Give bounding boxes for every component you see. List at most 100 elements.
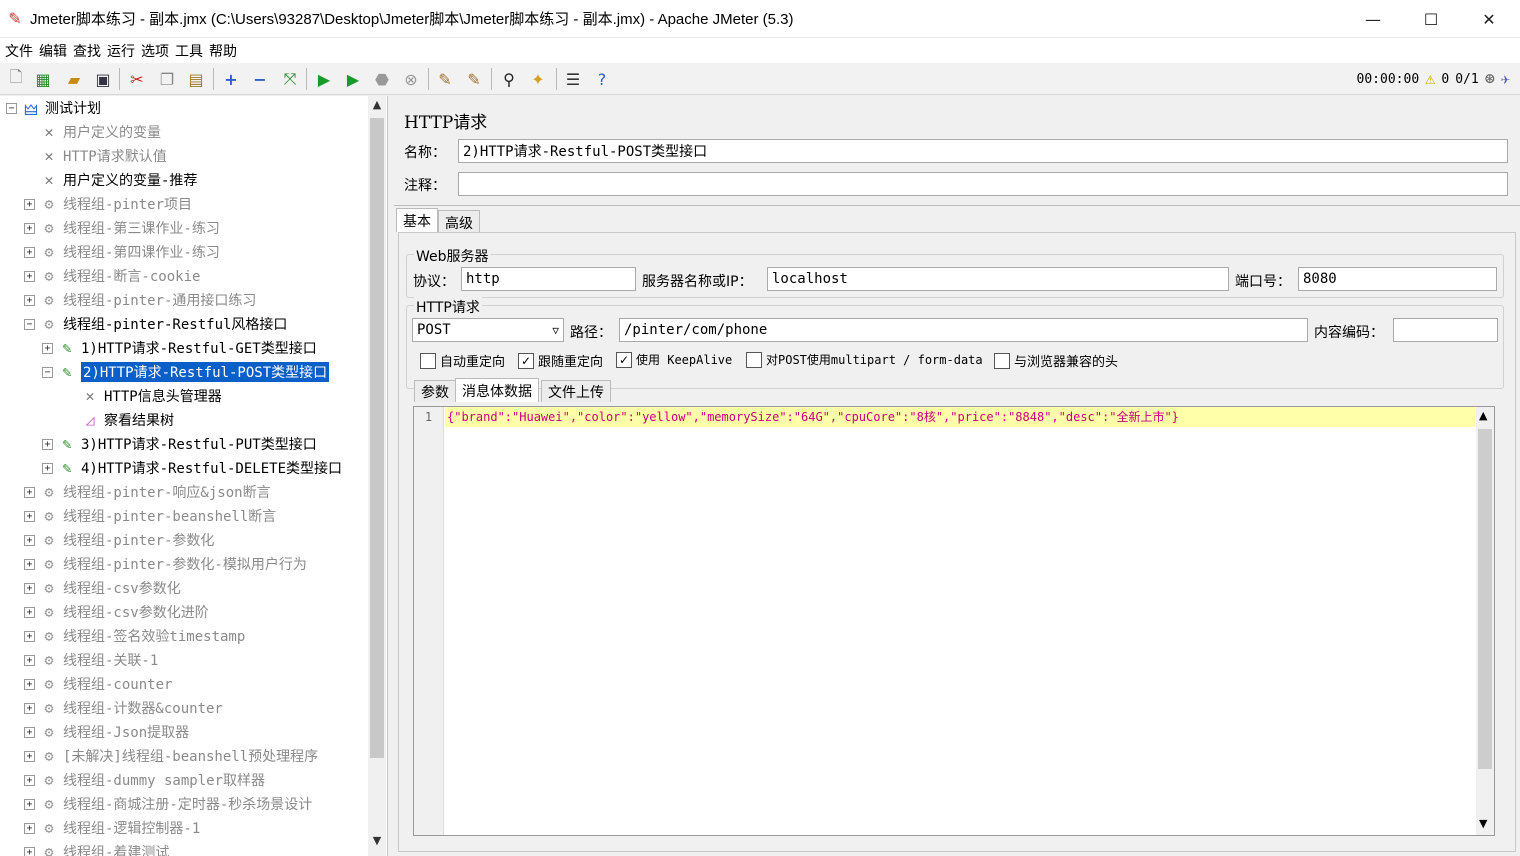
tree-item[interactable]: ✕ HTTP请求默认值 xyxy=(24,144,166,168)
tree-scrollbar[interactable]: ▲ ▼ xyxy=(368,96,386,856)
splitter[interactable] xyxy=(394,200,1520,206)
tree-item[interactable]: − ✎ 2)HTTP请求-Restful-POST类型接口 xyxy=(42,360,331,384)
tree-item[interactable]: + ⚙ 线程组-第三课作业-练习 xyxy=(24,216,220,240)
tree-item[interactable]: + ✎ 4)HTTP请求-Restful-DELETE类型接口 xyxy=(42,456,342,480)
tree-scroll-thumb[interactable] xyxy=(370,118,384,758)
expand-icon[interactable]: + xyxy=(24,246,35,258)
method-select[interactable]: POST ▽ xyxy=(412,318,564,342)
start-icon[interactable]: ▶ xyxy=(313,68,335,90)
expand-icon[interactable]: + xyxy=(24,222,35,234)
auto-redirect-checkbox[interactable]: 自动重定向 xyxy=(420,351,505,370)
menu-edit[interactable]: 编辑 xyxy=(39,41,67,61)
name-field[interactable]: 2)HTTP请求-Restful-POST类型接口 xyxy=(458,139,1508,163)
expand-icon[interactable]: + xyxy=(24,606,35,618)
tab-advanced[interactable]: 高级 xyxy=(438,210,480,234)
menu-run[interactable]: 运行 xyxy=(107,41,135,61)
cut-icon[interactable]: ✂ xyxy=(126,68,148,90)
tab-basic[interactable]: 基本 xyxy=(396,208,438,232)
expand-all-icon[interactable]: + xyxy=(220,68,242,90)
minimize-button[interactable]: — xyxy=(1344,0,1402,38)
body-data-editor[interactable]: 1 {"brand":"Huawei","color":"yellow","me… xyxy=(413,406,1495,836)
shutdown-icon[interactable]: ⊗ xyxy=(400,68,422,90)
test-plan-tree[interactable]: − 🜲 测试计划 ✕ 用户定义的变量 ✕ HTTP请求默认值 ✕ 用户定义的变量-推荐 + ⚙ 线程组… xyxy=(0,96,388,856)
expand-icon[interactable]: + xyxy=(42,462,53,474)
follow-redirect-checkbox[interactable]: ✓ 跟随重定向 xyxy=(518,351,603,370)
menu-file[interactable]: 文件 xyxy=(5,41,33,61)
tree-item[interactable]: + ⚙ 线程组-逻辑控制器-1 xyxy=(24,816,200,840)
encoding-field[interactable] xyxy=(1393,318,1498,342)
expand-icon[interactable]: + xyxy=(24,798,35,810)
clear-icon[interactable]: ✎ xyxy=(434,68,456,90)
maximize-button[interactable]: ☐ xyxy=(1402,0,1460,38)
menu-search[interactable]: 查找 xyxy=(73,41,101,61)
tree-item[interactable]: + ⚙ 线程组-断言-cookie xyxy=(24,264,200,288)
tree-item[interactable]: + ⚙ 线程组-pinter-beanshell断言 xyxy=(24,504,276,528)
collapse-icon[interactable]: − xyxy=(24,318,35,330)
paste-icon[interactable]: ▤ xyxy=(185,68,207,90)
tree-item[interactable]: + ⚙ 线程组-第四课作业-练习 xyxy=(24,240,220,264)
scroll-up-icon[interactable]: ▲ xyxy=(1479,409,1487,422)
expand-icon[interactable]: + xyxy=(24,270,35,282)
tree-item[interactable]: + ⚙ 线程组-签名效验timestamp xyxy=(24,624,245,648)
menu-options[interactable]: 选项 xyxy=(141,41,169,61)
tree-item[interactable]: + ⚙ 线程组-pinter-参数化 xyxy=(24,528,214,552)
reset-search-icon[interactable]: ✦ xyxy=(527,68,549,90)
open-icon[interactable]: ▰ xyxy=(63,68,85,90)
tab-parameters[interactable]: 参数 xyxy=(414,380,456,402)
tree-item[interactable]: + ⚙ 线程组-pinter-通用接口练习 xyxy=(24,288,256,312)
collapse-icon[interactable]: − xyxy=(6,102,17,114)
expand-icon[interactable]: + xyxy=(42,438,53,450)
help-icon[interactable]: ? xyxy=(591,68,613,90)
tree-item[interactable]: + ✎ 3)HTTP请求-Restful-PUT类型接口 xyxy=(42,432,317,456)
collapse-all-icon[interactable]: − xyxy=(249,68,271,90)
editor-scrollbar[interactable]: ▲ ▼ xyxy=(1476,407,1494,835)
expand-icon[interactable]: + xyxy=(24,678,35,690)
tree-item[interactable]: ◿ 察看结果树 xyxy=(80,408,174,432)
menu-tools[interactable]: 工具 xyxy=(175,41,203,61)
scroll-up-icon[interactable]: ▲ xyxy=(368,98,386,116)
clear-all-icon[interactable]: ✎ xyxy=(463,68,485,90)
tab-file-upload[interactable]: 文件上传 xyxy=(541,380,611,402)
close-button[interactable]: ✕ xyxy=(1460,0,1518,38)
keepalive-checkbox[interactable]: ✓ 使用 KeepAlive xyxy=(616,351,732,368)
copy-icon[interactable]: ❐ xyxy=(156,68,178,90)
tree-item[interactable]: + ⚙ 线程组-dummy sampler取样器 xyxy=(24,768,265,792)
port-field[interactable]: 8080 xyxy=(1298,267,1497,291)
tree-item[interactable]: + ✎ 1)HTTP请求-Restful-GET类型接口 xyxy=(42,336,317,360)
multipart-checkbox[interactable]: 对POST使用multipart / form-data xyxy=(746,351,983,368)
toggle-icon[interactable]: ⤧ xyxy=(279,68,301,90)
tree-item[interactable]: + ⚙ 线程组-csv参数化进阶 xyxy=(24,600,209,624)
menu-help[interactable]: 帮助 xyxy=(209,41,237,61)
function-helper-icon[interactable]: ☰ xyxy=(562,68,584,90)
expand-icon[interactable]: + xyxy=(24,702,35,714)
browser-compatible-checkbox[interactable]: 与浏览器兼容的头 xyxy=(994,351,1118,370)
new-icon[interactable]: 🗋 xyxy=(5,67,27,90)
expand-icon[interactable]: + xyxy=(24,534,35,546)
path-field[interactable]: /pinter/com/phone xyxy=(619,318,1308,342)
start-no-pause-icon[interactable]: ▶ xyxy=(342,68,364,90)
server-field[interactable]: localhost xyxy=(767,267,1229,291)
expand-icon[interactable]: + xyxy=(42,342,53,354)
expand-icon[interactable]: + xyxy=(24,846,35,856)
tree-item[interactable]: + ⚙ 线程组-商城注册-定时器-秒杀场景设计 xyxy=(24,792,312,816)
tree-item[interactable]: + ⚙ 线程组-counter xyxy=(24,672,172,696)
tree-item[interactable]: + ⚙ 线程组-关联-1 xyxy=(24,648,158,672)
collapse-icon[interactable]: − xyxy=(42,366,53,378)
save-icon[interactable]: ▣ xyxy=(92,68,114,90)
expand-icon[interactable]: + xyxy=(24,630,35,642)
scroll-down-icon[interactable]: ▼ xyxy=(368,834,386,852)
protocol-field[interactable]: http xyxy=(461,267,636,291)
tree-item[interactable]: + ⚙ 线程组-pinter-响应&json断言 xyxy=(24,480,271,504)
editor-scroll-thumb[interactable] xyxy=(1478,429,1492,769)
search-icon[interactable]: ⚲ xyxy=(498,68,520,90)
comment-field[interactable] xyxy=(458,172,1508,196)
expand-icon[interactable]: + xyxy=(24,294,35,306)
expand-icon[interactable]: + xyxy=(24,750,35,762)
tree-item[interactable]: + ⚙ 线程组-Json提取器 xyxy=(24,720,189,744)
tree-item[interactable]: + ⚙ 线程组-着建测试 xyxy=(24,840,169,856)
expand-icon[interactable]: + xyxy=(24,582,35,594)
expand-icon[interactable]: + xyxy=(24,654,35,666)
tree-item[interactable]: − 🜲 测试计划 xyxy=(6,96,101,120)
tree-item[interactable]: + ⚙ 线程组-pinter-参数化-模拟用户行为 xyxy=(24,552,307,576)
expand-icon[interactable]: + xyxy=(24,726,35,738)
